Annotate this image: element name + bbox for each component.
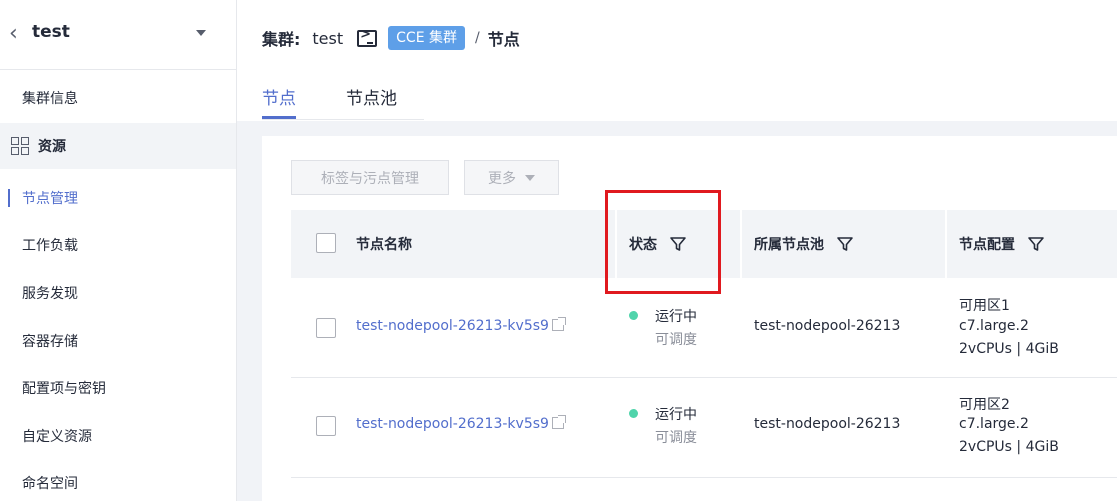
sidebar: ‹ test 集群信息 资源 节点管理 工作负载 服务发现 容器存储 配置项与密… [0,0,237,501]
az-text: 可用区2 [959,397,1010,413]
sidebar-item-services[interactable]: 服务发现 [0,270,236,316]
column-header-label: 节点配置 [959,237,1015,253]
spec-text: 2vCPUs | 4GiB [959,439,1059,455]
breadcrumb-separator: / [475,30,480,46]
sidebar-item-custom-resources[interactable]: 自定义资源 [0,413,236,459]
column-header-label: 节点名称 [356,237,412,253]
sidebar-item-namespaces[interactable]: 命名空间 [0,460,236,501]
schedulable-text: 可调度 [655,430,697,446]
external-link-icon[interactable] [551,317,566,331]
page-title: 节点 [487,30,520,49]
tab-node-pools[interactable]: 节点池 [346,84,397,109]
status-text: 运行中 [655,407,697,423]
column-header-pool: 所属节点池 [754,210,854,278]
column-divider [945,210,947,278]
more-button-label: 更多 [488,170,516,187]
node-name-cell: test-nodepool-26213-kv5s9 [356,415,566,432]
status-running-icon [629,311,638,320]
node-name-link[interactable]: test-nodepool-26213-kv5s9 [356,416,549,432]
sidebar-item-label: 节点管理 [22,191,78,207]
cluster-name: test [32,22,70,42]
sidebar-item-label: 自定义资源 [22,429,92,445]
sidebar-group-resources[interactable]: 资源 [0,123,236,169]
az-text: 可用区1 [959,298,1010,314]
filter-icon[interactable] [836,235,854,253]
breadcrumb: 集群: test CCE 集群 / 节点 [262,24,520,52]
column-header-config: 节点配置 [959,210,1045,278]
row-checkbox[interactable] [316,416,336,436]
sidebar-item-label: 容器存储 [22,334,78,350]
sidebar-item-label: 集群信息 [22,91,78,107]
chevron-left-icon[interactable]: ‹ [9,23,23,45]
row-checkbox[interactable] [316,318,336,338]
flavor-text: c7.large.2 [959,318,1029,334]
status-running-icon [629,409,638,418]
sidebar-item-cluster-info[interactable]: 集群信息 [0,75,236,121]
grid-icon [11,137,29,155]
cluster-value: test [312,28,344,48]
sidebar-item-label: 资源 [38,139,66,155]
tag-taint-button-label: 标签与污点管理 [321,170,419,187]
sidebar-item-configmaps-secrets[interactable]: 配置项与密钥 [0,365,236,411]
table-row: test-nodepool-26213-kv5s9 运行中 可调度 test-n… [291,378,1117,478]
sidebar-item-label: 工作负载 [22,238,78,254]
terminal-icon[interactable] [357,27,378,47]
schedulable-text: 可调度 [655,332,697,348]
column-divider [740,210,742,278]
sidebar-item-label: 配置项与密钥 [22,381,106,397]
column-header-label: 所属节点池 [754,237,824,253]
tab-nodes[interactable]: 节点 [262,84,296,109]
sidebar-item-label: 命名空间 [22,476,78,492]
spec-text: 2vCPUs | 4GiB [959,341,1059,357]
select-all-checkbox[interactable] [316,233,336,253]
external-link-icon[interactable] [551,415,566,429]
node-pool-cell: test-nodepool-26213 [754,318,901,334]
highlight-annotation-box [605,190,721,294]
caret-down-icon[interactable] [196,30,206,36]
cluster-label: 集群: [262,30,301,49]
sidebar-item-storage[interactable]: 容器存储 [0,318,236,364]
sidebar-item-workloads[interactable]: 工作负载 [0,222,236,268]
cluster-selector[interactable]: ‹ test [0,0,236,70]
flavor-text: c7.large.2 [959,416,1029,432]
sidebar-item-label: 服务发现 [22,286,78,302]
status-text: 运行中 [655,309,697,325]
node-name-cell: test-nodepool-26213-kv5s9 [356,317,566,334]
tab-bar: 节点 节点池 [262,72,424,120]
cluster-type-badge: CCE 集群 [388,26,465,50]
tab-active-indicator [262,116,296,119]
app-root: ‹ test 集群信息 资源 节点管理 工作负载 服务发现 容器存储 配置项与密… [0,0,1117,501]
more-button[interactable]: 更多 [464,160,559,195]
sidebar-item-nodes[interactable]: 节点管理 [0,175,236,221]
tag-taint-button[interactable]: 标签与污点管理 [291,160,449,195]
node-pool-cell: test-nodepool-26213 [754,416,901,432]
node-name-link[interactable]: test-nodepool-26213-kv5s9 [356,318,549,334]
column-header-name: 节点名称 [356,210,412,278]
filter-icon[interactable] [1027,235,1045,253]
caret-down-icon [525,174,535,181]
